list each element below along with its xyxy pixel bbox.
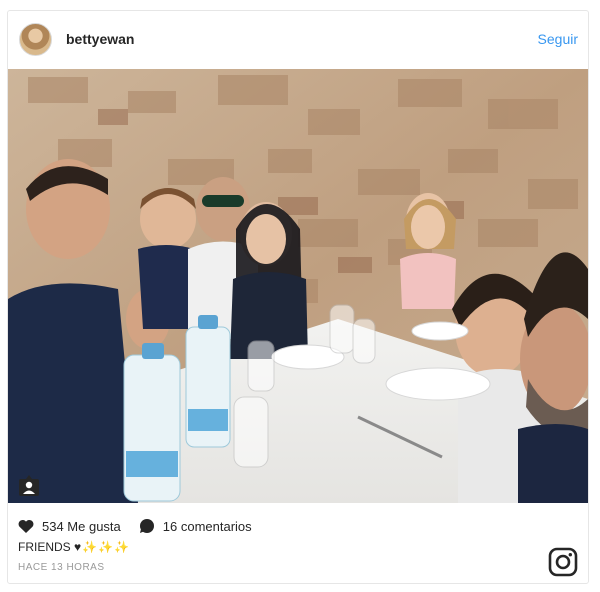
instagram-post-card: bettyewan Seguir 534 Me gusta 16 comenta…: [7, 10, 589, 584]
comment-bubble-icon: [139, 519, 154, 533]
group-photo-image: [8, 69, 588, 503]
avatar[interactable]: [19, 23, 52, 56]
caption-emoji: ♥✨✨✨: [74, 540, 130, 554]
instagram-logo-icon[interactable]: [548, 547, 578, 577]
post-caption: FRIENDS ♥✨✨✨: [18, 540, 130, 554]
engagement-bar: 534 Me gusta 16 comentarios: [18, 516, 270, 536]
tag-person-icon[interactable]: [18, 475, 40, 497]
comments-label: 16 comentarios: [162, 518, 252, 534]
caption-text: FRIENDS: [18, 540, 71, 554]
heart-icon: [18, 519, 34, 533]
post-header: bettyewan Seguir: [8, 11, 588, 69]
post-timestamp[interactable]: HACE 13 HORAS: [18, 562, 105, 573]
comments-count[interactable]: 16 comentarios: [139, 518, 252, 534]
post-photo[interactable]: [8, 69, 588, 503]
likes-label: 534 Me gusta: [42, 518, 121, 534]
likes-count[interactable]: 534 Me gusta: [18, 519, 121, 534]
username-link[interactable]: bettyewan: [66, 31, 134, 47]
follow-button[interactable]: Seguir: [538, 31, 578, 47]
